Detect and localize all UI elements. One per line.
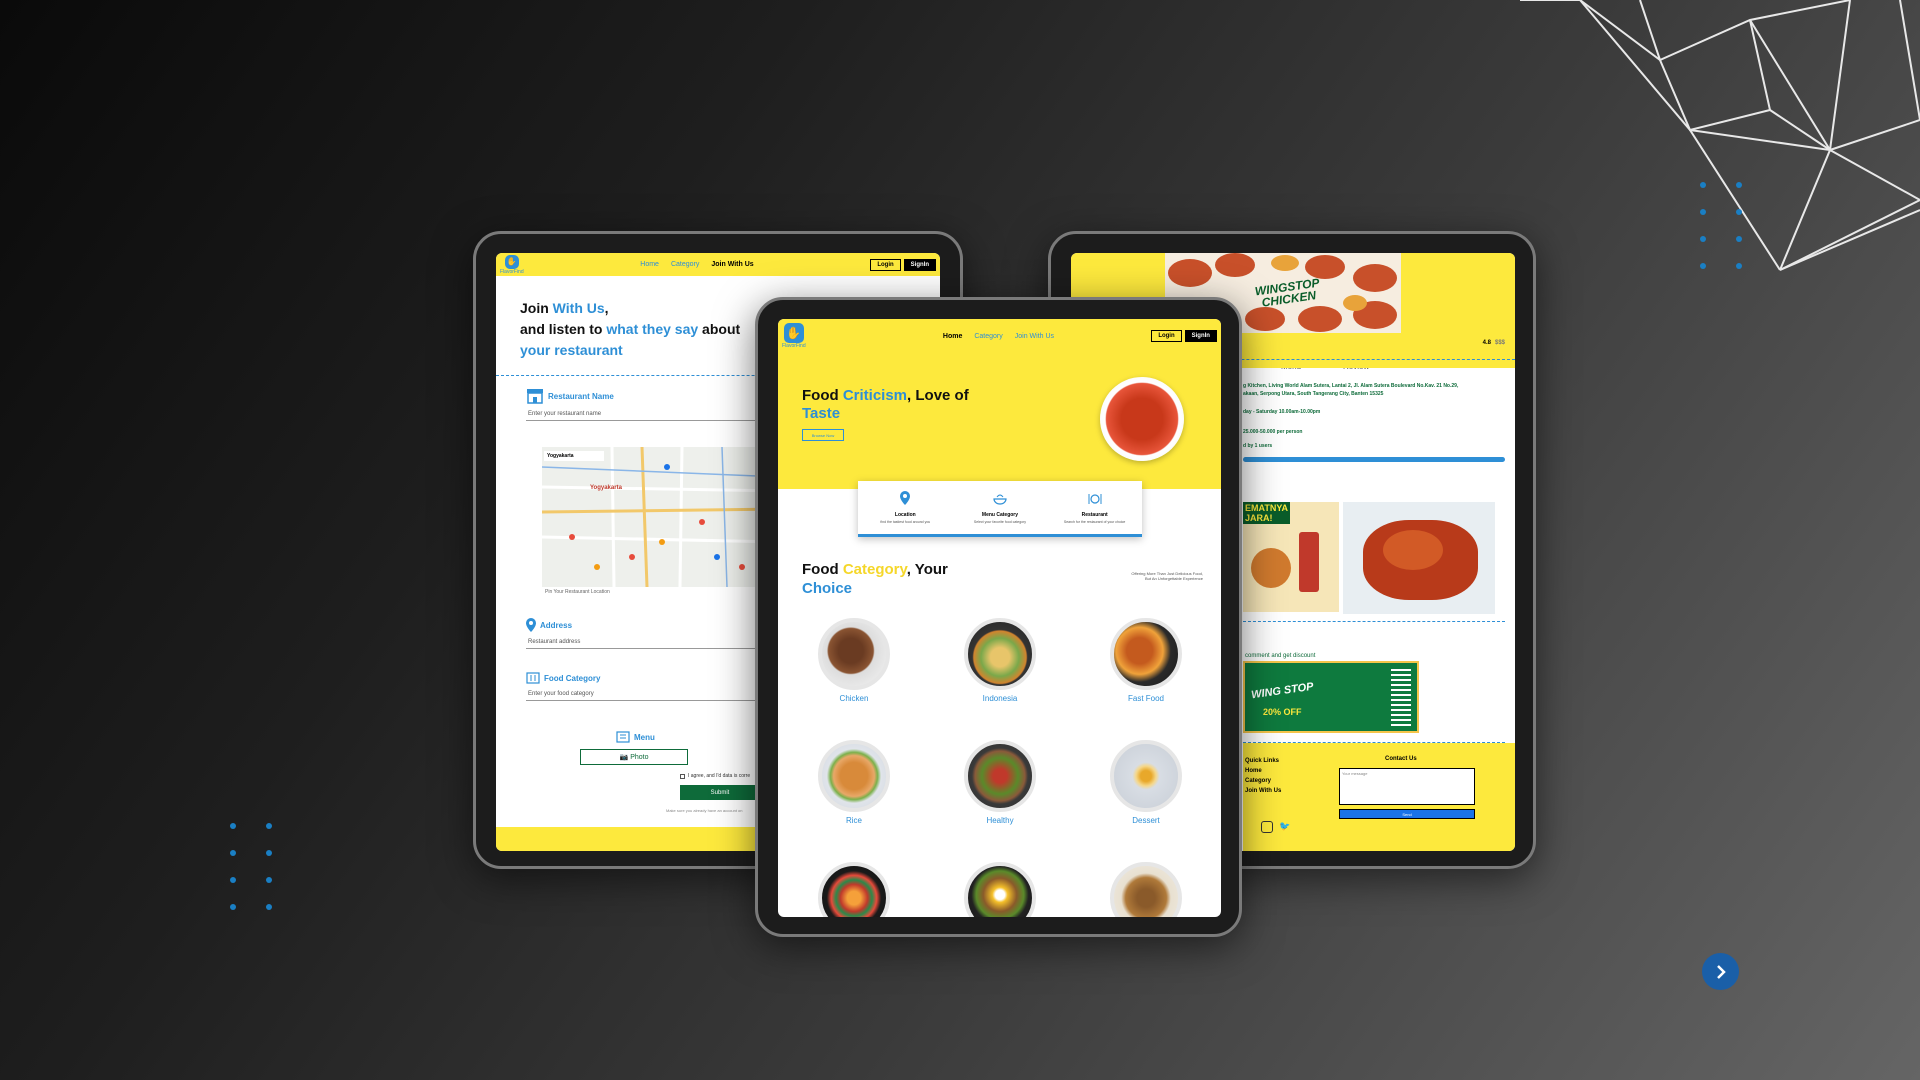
dot-grid-decoration [1700, 182, 1742, 269]
nav-category-link[interactable]: Category [671, 261, 699, 268]
login-button[interactable]: Login [1151, 330, 1182, 342]
hand-logo-icon: ✋ [783, 323, 804, 343]
category-sushi[interactable] [814, 862, 894, 917]
nav-home-link[interactable]: Home [640, 261, 659, 268]
send-button[interactable]: Send [1339, 809, 1475, 819]
food-category-label: Food Category [526, 672, 756, 684]
next-slide-button[interactable] [1702, 953, 1739, 990]
camera-icon: 📷 [619, 754, 629, 761]
quick-links-title: Quick Links [1245, 758, 1280, 764]
bibimbap-dish-image [964, 862, 1036, 917]
menu-icon [616, 731, 630, 743]
category-indonesia[interactable]: Indonesia [960, 618, 1040, 703]
storefront-icon [527, 389, 543, 404]
section-tagline: Offering More Than Just Delicious Food, … [1131, 571, 1203, 581]
signin-button[interactable]: SignIn [903, 258, 936, 271]
brand-logo[interactable]: ✋ FlavorFind [500, 254, 524, 275]
nav-join-link[interactable]: Join With Us [1015, 333, 1054, 340]
category-section-title: Food Category, Your Choice [802, 561, 948, 597]
nav-links: Home Category Join With Us [640, 261, 753, 268]
account-note: Make sure you already have an account on [666, 808, 743, 813]
feature-menu-category[interactable]: Menu Category Select your favorite food … [960, 492, 1040, 524]
healthy-dish-image [964, 740, 1036, 812]
discount-coupon[interactable]: WING STOP 20% OFF [1243, 661, 1419, 733]
message-textarea[interactable]: Your message [1339, 768, 1475, 805]
navbar: ✋ FlavorFind Home Category Join With Us … [496, 253, 940, 276]
feature-restaurant[interactable]: Restaurant Search for the restaurant of … [1055, 492, 1135, 524]
category-noodles[interactable] [1106, 862, 1186, 917]
rated-by: d by 1 users [1243, 443, 1273, 449]
location-pin-icon [526, 618, 536, 632]
category-fast-food[interactable]: Fast Food [1106, 618, 1186, 703]
map-caption: Pin Your Restaurant Location [545, 589, 610, 595]
contact-us-title: Contact Us [1385, 756, 1417, 762]
food-bowl-icon [993, 494, 1007, 505]
location-pin-icon [900, 491, 911, 505]
features-card: Location find the tastiest food around y… [858, 481, 1142, 537]
chevron-right-icon [1716, 964, 1726, 979]
location-map[interactable]: Yogyakarta Yogyakarta [542, 447, 782, 587]
category-healthy[interactable]: Healthy [960, 740, 1040, 825]
hero-title: Food Criticism, Love of Taste [802, 387, 969, 422]
hand-logo-icon: ✋ [504, 254, 519, 269]
rating-value: 4.8 [1482, 340, 1491, 346]
feature-location[interactable]: Location find the tastiest food around y… [865, 491, 945, 524]
dessert-dish-image [1110, 740, 1182, 812]
detail-footer: Quick Links Home Category Join With Us 🐦… [1243, 743, 1515, 851]
sushi-dish-image [818, 862, 890, 917]
category-bibimbap[interactable] [960, 862, 1040, 917]
nav-category-link[interactable]: Category [974, 333, 1002, 340]
address-input[interactable]: Restaurant address [526, 636, 756, 649]
nav-home-link[interactable]: Home [943, 333, 962, 340]
footer-category-link[interactable]: Category [1245, 776, 1281, 786]
category-chicken[interactable]: Chicken [814, 618, 894, 703]
nav-join-link[interactable]: Join With Us [711, 261, 753, 268]
review-photo-drink[interactable]: EMATNYA JARA! [1243, 502, 1339, 612]
fast-food-dish-image [1110, 618, 1182, 690]
signin-button[interactable]: SignIn [1184, 330, 1217, 342]
center-tablet: ✋ FlavorFind Home Category Join With Us … [755, 297, 1242, 937]
nav-links: Home Category Join With Us [943, 333, 1054, 340]
noodles-dish-image [1110, 862, 1182, 917]
home-page-screen: ✋ FlavorFind Home Category Join With Us … [778, 319, 1221, 917]
agree-checkbox[interactable] [680, 773, 685, 779]
hero-dish-image [1100, 377, 1184, 461]
photo-upload-button[interactable]: 📷 Photo [580, 749, 688, 765]
map-streets [542, 447, 782, 587]
brand-logo[interactable]: ✋ FlavorFind [782, 323, 806, 349]
review-photo-wings[interactable] [1343, 502, 1495, 614]
restaurant-address: g Kitchen, Living World Alam Sutera, Lan… [1243, 383, 1459, 389]
dot-grid-decoration [230, 823, 272, 910]
address-label: Address [526, 618, 756, 632]
menu-label: Menu [616, 731, 655, 743]
opening-hours: day - Saturday 10.00am-10.00pm [1243, 409, 1321, 415]
price-level: $$$ [1494, 340, 1505, 346]
instagram-icon[interactable] [1261, 821, 1273, 833]
rice-dish-image [818, 740, 890, 812]
browse-now-button[interactable]: Browse Now [802, 429, 844, 441]
food-category-input[interactable]: Enter your food category [526, 688, 756, 701]
category-dessert[interactable]: Dessert [1106, 740, 1186, 825]
category-rice[interactable]: Rice [814, 740, 894, 825]
indonesia-dish-image [964, 618, 1036, 690]
footer-join-link[interactable]: Join With Us [1245, 786, 1281, 796]
submit-button[interactable]: Submit [680, 785, 760, 800]
utensils-icon [526, 672, 540, 684]
navbar: ✋ FlavorFind Home Category Join With Us … [778, 319, 1221, 353]
rating-progress-bar [1243, 457, 1505, 462]
chicken-dish-image [818, 618, 890, 690]
price-range: 25.000-50.000 per person [1243, 429, 1303, 435]
restaurant-icon [1088, 493, 1102, 504]
login-button[interactable]: Login [870, 258, 901, 271]
footer-home-link[interactable]: Home [1245, 766, 1281, 776]
twitter-icon[interactable]: 🐦 [1279, 821, 1290, 833]
discount-promo-caption: comment and get discount [1245, 653, 1316, 659]
map-city-label: Yogyakarta [590, 485, 622, 491]
